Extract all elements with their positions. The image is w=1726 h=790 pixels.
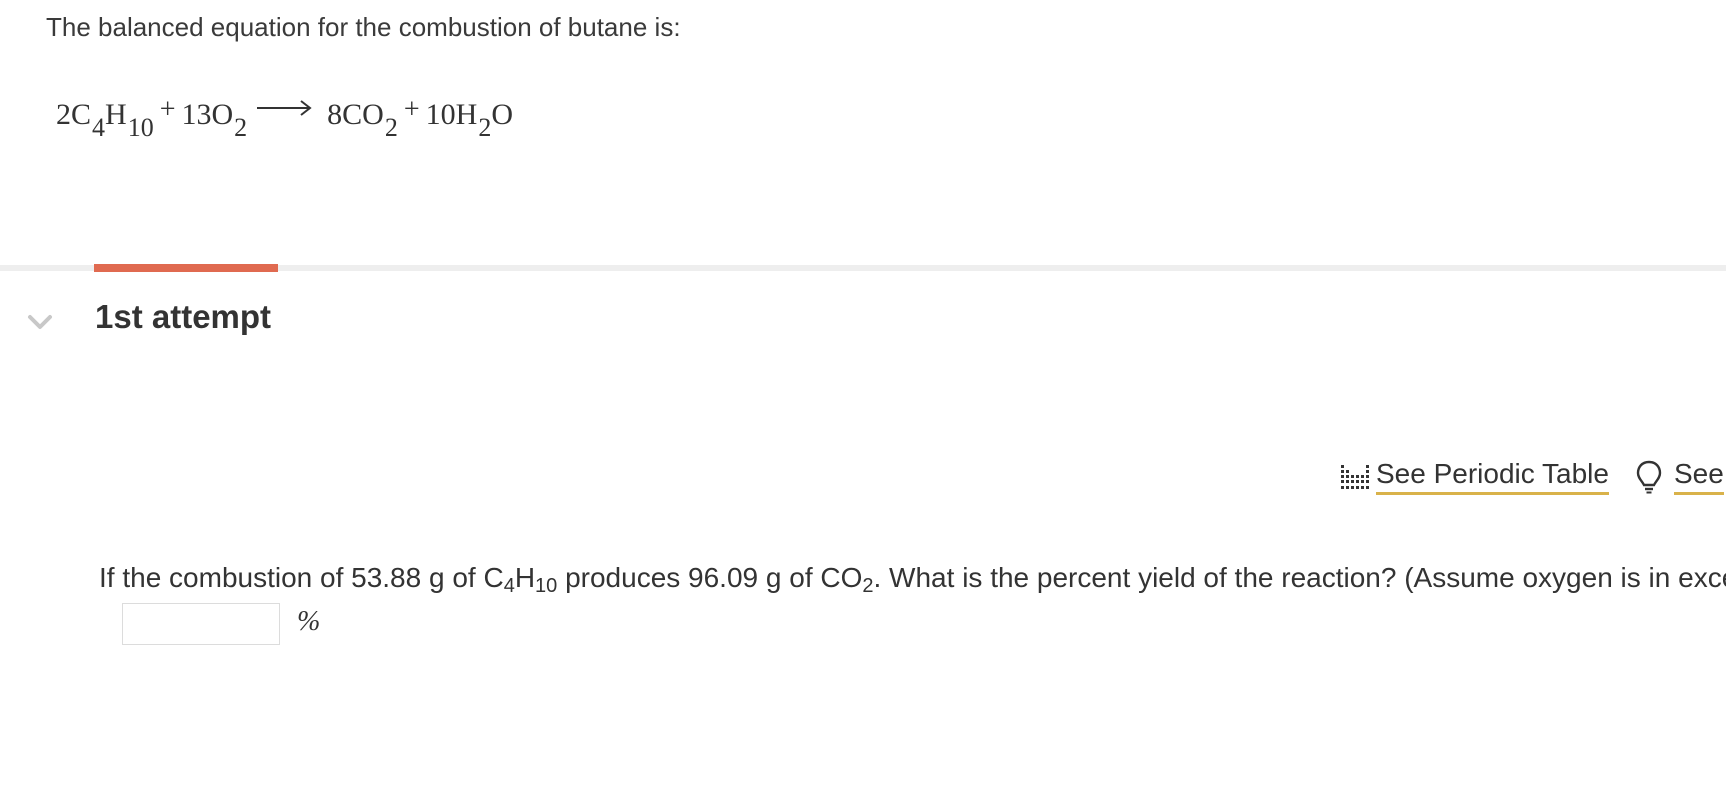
question-sub1: 4 (503, 575, 515, 597)
eq-reactant1-coef: 2C (56, 98, 92, 131)
lightbulb-icon (1636, 460, 1662, 493)
percent-unit: % (297, 606, 321, 637)
see-hint-label[interactable]: See (1674, 458, 1724, 495)
reaction-arrow-icon (257, 100, 312, 116)
see-periodic-table-label[interactable]: See Periodic Table (1376, 458, 1609, 495)
question-part2: H (514, 562, 536, 593)
question-sub3: 2 (862, 575, 874, 597)
percent-yield-input[interactable] (122, 603, 280, 645)
question-part3: produces 96.09 g of CO (557, 562, 863, 593)
eq-product2-coef: 10H (425, 98, 478, 131)
eq-product2-el2: O (491, 98, 513, 131)
eq-plus-2: + (403, 94, 420, 125)
problem-intro: The balanced equation for the combustion… (46, 12, 681, 42)
eq-reactant2-sub: 2 (234, 113, 248, 142)
eq-reactant2-coef: 13O (181, 98, 234, 131)
balanced-equation: 2C 4 H 10 + 13O 2 8CO 2 + 10H 2 O (56, 94, 513, 142)
eq-product1-coef: 8CO (327, 98, 384, 131)
eq-product1-sub: 2 (384, 113, 398, 142)
eq-product2-sub: 2 (478, 113, 492, 142)
question-part4: . What is the percent yield of the react… (873, 562, 1726, 593)
periodic-table-icon (1341, 464, 1369, 489)
question-text: If the combustion of 53.88 g of C4H10 pr… (99, 562, 1726, 597)
attempt-tab-indicator[interactable] (94, 264, 278, 272)
question-part1: If the combustion of 53.88 g of C (99, 562, 504, 593)
see-periodic-table-link[interactable]: See Periodic Table (1340, 458, 1609, 495)
eq-reactant1-sub2: 10 (127, 113, 154, 142)
attempt-title: 1st attempt (95, 298, 272, 335)
eq-reactant1-el2: H (105, 98, 127, 131)
chevron-down-icon[interactable] (26, 308, 54, 336)
eq-reactant1-sub1: 4 (92, 113, 106, 142)
question-sub2: 10 (535, 575, 558, 597)
eq-plus-1: + (159, 94, 176, 125)
see-hint-link[interactable]: See (1636, 458, 1724, 495)
